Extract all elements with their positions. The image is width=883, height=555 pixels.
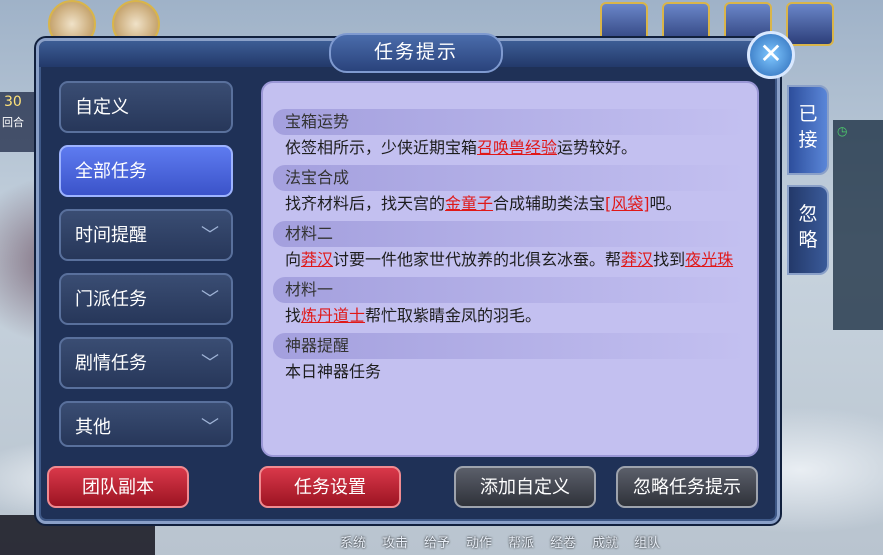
entry-body: 本日神器任务: [263, 359, 757, 389]
tab-label: 忽略: [798, 203, 818, 251]
category-custom[interactable]: 自定义: [59, 81, 233, 133]
category-sect-tasks[interactable]: 门派任务 ﹀: [59, 273, 233, 325]
entry-text: 合成辅助类法宝: [493, 194, 606, 213]
menu-scroll[interactable]: 经卷: [550, 532, 576, 551]
chevron-down-icon: ﹀: [201, 417, 219, 438]
tab-ignored[interactable]: 忽略: [787, 185, 829, 275]
bottom-menu-bar: 系统 攻击 给予 动作 帮派 经卷 成就 组队: [340, 532, 660, 551]
entry-text: 运势较好。: [557, 138, 638, 157]
menu-attack[interactable]: 攻击: [382, 532, 408, 551]
entry-body: 依签相所示，少侠近期宝箱召唤兽经验运势较好。: [263, 135, 757, 165]
entry-text: 讨要一件他家世代放养的北俱玄冰蚕。帮: [333, 250, 622, 269]
add-custom-button[interactable]: 添加自定义: [454, 466, 596, 508]
entry-link[interactable]: 召唤兽经验: [477, 138, 557, 157]
close-icon: ✕: [759, 37, 783, 70]
clock-icon: ◷: [837, 124, 848, 138]
category-label: 全部任务: [75, 161, 147, 182]
entry-link[interactable]: 莽汉: [621, 250, 653, 269]
tab-accepted[interactable]: 已接: [787, 85, 829, 175]
entry-title: 法宝合成: [273, 165, 747, 191]
menu-action[interactable]: 动作: [466, 532, 492, 551]
round-number: 30: [4, 94, 22, 110]
entry-text: 找: [285, 306, 302, 325]
entry-title: 宝箱运势: [273, 109, 747, 135]
round-counter: 30 回合: [0, 92, 36, 152]
menu-achievement[interactable]: 成就: [592, 532, 618, 551]
entry-text: 帮忙取紫睛金凤的羽毛。: [365, 306, 542, 325]
entry-body: 找齐材料后，找天宫的金童子合成辅助类法宝[风袋]吧。: [263, 191, 757, 221]
category-all-tasks[interactable]: 全部任务: [59, 145, 233, 197]
menu-team[interactable]: 组队: [634, 532, 660, 551]
entry-body: 向莽汉讨要一件他家世代放养的北俱玄冰蚕。帮莽汉找到夜光珠: [263, 247, 757, 277]
chevron-down-icon: ﹀: [201, 353, 219, 374]
entry-link[interactable]: 金童子: [445, 194, 493, 213]
entry-text: 找齐材料后，找天宫的: [285, 194, 446, 213]
category-label: 门派任务: [75, 289, 147, 310]
category-label: 剧情任务: [75, 353, 147, 374]
entry-text: 吧。: [649, 194, 682, 213]
entry-link[interactable]: [风袋]: [605, 194, 650, 213]
task-tracker-panel[interactable]: ◷: [833, 120, 883, 330]
menu-give[interactable]: 给予: [424, 532, 450, 551]
task-list-panel[interactable]: 宝箱运势 依签相所示，少侠近期宝箱召唤兽经验运势较好。 法宝合成 找齐材料后，找…: [261, 81, 759, 457]
chevron-down-icon: ﹀: [201, 225, 219, 246]
chevron-down-icon: ﹀: [201, 289, 219, 310]
window-title: 任务提示: [329, 33, 503, 73]
category-other[interactable]: 其他 ﹀: [59, 401, 233, 447]
entry-link[interactable]: 炼丹道士: [301, 306, 365, 325]
entry-text: 向: [285, 250, 302, 269]
ignore-task-tips-button[interactable]: 忽略任务提示: [616, 466, 758, 508]
entry-link[interactable]: 莽汉: [301, 250, 333, 269]
entry-body: 找炼丹道士帮忙取紫睛金凤的羽毛。: [263, 303, 757, 333]
round-label: 回合: [2, 116, 24, 129]
entry-title: 材料一: [273, 277, 747, 303]
close-button[interactable]: ✕: [747, 31, 795, 79]
team-member-avatar-4[interactable]: [786, 2, 834, 46]
entry-text: 本日神器任务: [285, 362, 382, 381]
task-tips-window: 任务提示 ✕ 自定义 全部任务 时间提醒 ﹀ 门派任务 ﹀ 剧情任务 ﹀ 其他 …: [36, 31, 829, 524]
tab-label: 已接: [798, 103, 818, 151]
category-time-reminder[interactable]: 时间提醒 ﹀: [59, 209, 233, 261]
category-story-tasks[interactable]: 剧情任务 ﹀: [59, 337, 233, 389]
menu-system[interactable]: 系统: [340, 532, 366, 551]
entry-title: 材料二: [273, 221, 747, 247]
entry-text: 依签相所示，少侠近期宝箱: [285, 138, 478, 157]
entry-text: 找到: [653, 250, 686, 269]
team-dungeon-button[interactable]: 团队副本: [47, 466, 189, 508]
category-label: 其他: [75, 417, 111, 438]
task-settings-button[interactable]: 任务设置: [259, 466, 401, 508]
entry-title: 神器提醒: [273, 333, 747, 359]
category-label: 时间提醒: [75, 225, 147, 246]
entry-link[interactable]: 夜光珠: [685, 250, 733, 269]
menu-guild[interactable]: 帮派: [508, 532, 534, 551]
category-label: 自定义: [75, 97, 129, 118]
